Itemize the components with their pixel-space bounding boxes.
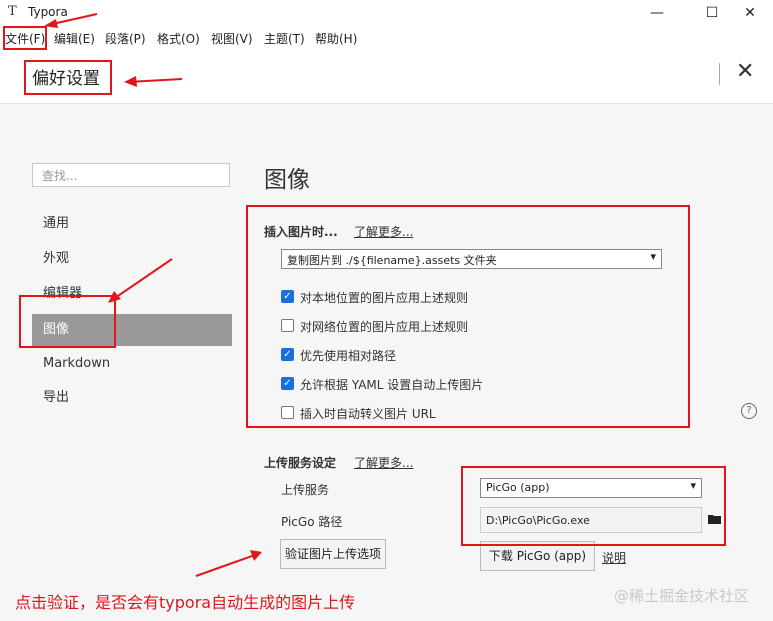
annotation-text: 点击验证，是否会有typora自动生成的图片上传: [15, 593, 356, 612]
annotation-arrows: [44, 13, 262, 577]
arrow-to-verify-button: [195, 554, 256, 577]
arrow-head-preferences: [124, 76, 137, 87]
arrow-to-image-nav: [111, 258, 173, 301]
arrow-head-image-nav: [108, 291, 121, 303]
watermark: @稀土掘金技术社区: [614, 587, 750, 605]
arrow-head-file-menu: [44, 19, 58, 28]
